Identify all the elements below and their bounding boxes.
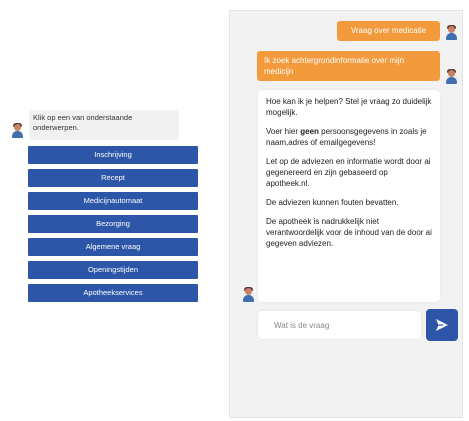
user-message-bubble: Ik zoek achtergrondinformatie over mijn … [257,51,440,81]
user-message-text: Vraag over medicatie [350,26,427,35]
bot-answer-bubble: Hoe kan ik je helpen? Stel je vraag zo d… [258,90,440,302]
user-avatar-icon [445,25,457,40]
send-arrow-icon [436,319,448,331]
menu-button-medicijnautomaat[interactable]: Medicijnautomaat [28,192,198,210]
menu-intro-bubble: Klik op een van onderstaande onderwerpen… [29,110,179,140]
question-input-box [258,311,421,339]
bot-answer-paragraph: Voer hier geen persoonsgegevens in zoals… [266,126,432,148]
bot-answer-text: Voer hier [266,127,301,136]
menu-intro-text: Klik op een van onderstaande onderwerpen… [33,113,133,132]
user-message-bubble: Vraag over medicatie [337,21,440,41]
bot-answer-bold: geen [300,127,319,136]
question-input[interactable] [272,311,416,339]
user-avatar-icon [445,69,457,84]
topic-menu: Inschrijving Recept Medicijnautomaat Bez… [28,146,198,307]
bot-answer-paragraph: Let op de adviezen en informatie wordt d… [266,157,431,188]
send-button[interactable] [426,309,458,341]
bot-avatar-icon [11,123,23,138]
bot-avatar-icon [242,287,254,302]
user-message-text: Ik zoek achtergrondinformatie over mijn … [264,56,405,76]
bot-answer-paragraph: De adviezen kunnen fouten bevatten. [266,198,399,207]
menu-button-apotheekservices[interactable]: Apotheekservices [28,284,198,302]
menu-button-bezorging[interactable]: Bezorging [28,215,198,233]
menu-button-inschrijving[interactable]: Inschrijving [28,146,198,164]
menu-button-openingstijden[interactable]: Openingstijden [28,261,198,279]
menu-button-recept[interactable]: Recept [28,169,198,187]
bot-answer-paragraph: Hoe kan ik je helpen? Stel je vraag zo d… [266,97,432,117]
menu-button-algemene-vraag[interactable]: Algemene vraag [28,238,198,256]
bot-answer-paragraph: De apotheek is nadrukkelijk niet verantw… [266,217,432,248]
